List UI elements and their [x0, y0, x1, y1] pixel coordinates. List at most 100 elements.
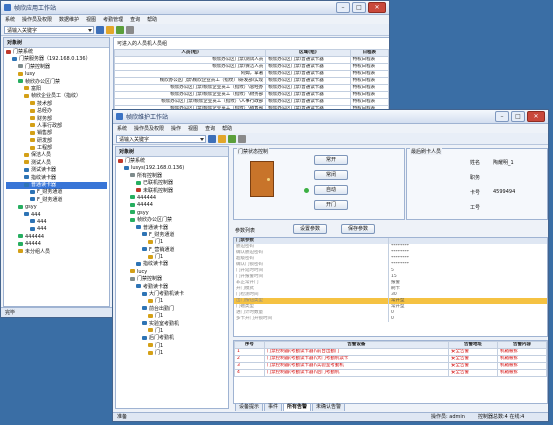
- tree-item[interactable]: 门1: [118, 350, 226, 357]
- back-window-titlebar[interactable]: 帧欣应用工作站 – □ ✕: [1, 1, 389, 15]
- menu-item[interactable]: 系统: [5, 16, 15, 23]
- door-normally-open-button[interactable]: 常开: [314, 155, 348, 165]
- tree-item[interactable]: 测试读卡器: [6, 167, 107, 174]
- tree-item[interactable]: 大门考勤机读卡: [118, 291, 226, 298]
- tree-item[interactable]: 保洁人员: [6, 152, 107, 159]
- table-row[interactable]: 帧欣办公区门禁\帧欣企业员工（指纹）\总经办 帧欣办公区门禁\普通读卡器 特权日程表: [113, 84, 389, 92]
- tree-item[interactable]: 未联机控制器: [118, 188, 226, 195]
- tree-item[interactable]: 门禁服务器（192.168.0.136）: [6, 56, 107, 63]
- maximize-button[interactable]: □: [352, 2, 366, 13]
- tree-item[interactable]: 帧欣办公区门禁: [6, 79, 107, 86]
- tree-item[interactable]: 44444: [6, 241, 107, 248]
- save-icon[interactable]: [96, 25, 104, 34]
- tree-item[interactable]: 财务部: [6, 116, 107, 123]
- refresh-icon[interactable]: [218, 134, 226, 143]
- menu-item[interactable]: 数据维护: [59, 16, 79, 23]
- menu-item[interactable]: 帮助: [147, 16, 157, 23]
- table-row[interactable]: 帧欣办公区门禁\帧欣企业员工（指纹）\人事行政部 帧欣办公区门禁\普通读卡器 特权日…: [113, 98, 389, 106]
- tree-item[interactable]: 门禁控制器: [6, 64, 107, 71]
- table-row[interactable]: 帧欣办公区门禁\测试人员 帧欣办公区门禁\普通读卡器 特权日程表: [113, 56, 389, 64]
- tab-0[interactable]: 设备提示: [235, 403, 264, 411]
- tree-item[interactable]: 技术部: [6, 101, 107, 108]
- tree-item[interactable]: 实验室考勤机: [118, 321, 226, 328]
- door-auto-button[interactable]: 自动: [314, 185, 348, 195]
- tree-item[interactable]: 帧欣办公区门禁: [118, 217, 226, 224]
- save-icon[interactable]: [208, 134, 216, 143]
- tree-item[interactable]: lucy: [118, 269, 226, 276]
- back-search-combo[interactable]: 请输入关键字: [4, 25, 94, 34]
- door-open-button[interactable]: 开门: [314, 200, 348, 210]
- door-normally-closed-button[interactable]: 常闭: [314, 170, 348, 180]
- tree-item[interactable]: 444: [6, 226, 107, 233]
- menu-item[interactable]: 视图: [86, 16, 96, 23]
- tree-item[interactable]: lusy: [6, 71, 107, 78]
- save-params-button[interactable]: 保存参数: [341, 224, 375, 234]
- print-icon[interactable]: [238, 134, 246, 143]
- tree-item[interactable]: 研发部: [6, 138, 107, 145]
- tree-item[interactable]: 门1: [118, 239, 226, 246]
- minimize-button[interactable]: –: [336, 2, 350, 13]
- filter-icon[interactable]: [116, 25, 124, 34]
- tree-item[interactable]: gsyy: [118, 210, 226, 217]
- tree-item[interactable]: F_财务通道: [6, 197, 107, 204]
- set-params-button[interactable]: 设置参数: [293, 224, 327, 234]
- menu-item[interactable]: 查询: [130, 16, 140, 23]
- tree-item[interactable]: 后门考勤机: [118, 335, 226, 342]
- refresh-icon[interactable]: [106, 25, 114, 34]
- minimize-button[interactable]: –: [495, 111, 509, 122]
- tree-item[interactable]: 指纹读卡器: [118, 261, 226, 268]
- tree-item[interactable]: 已联机控制器: [118, 180, 226, 187]
- close-button[interactable]: ✕: [527, 111, 545, 122]
- tree-item[interactable]: F_财务通道: [118, 232, 226, 239]
- tree-item[interactable]: 销售部: [6, 130, 107, 137]
- tree-item[interactable]: 指纹读卡器: [6, 175, 107, 182]
- menu-item[interactable]: 操作: [171, 125, 181, 132]
- tab-3[interactable]: 未确认告警: [312, 403, 346, 411]
- tab-1[interactable]: 事件: [264, 403, 283, 411]
- tree-item[interactable]: 44444: [118, 202, 226, 209]
- filter-icon[interactable]: [228, 134, 236, 143]
- tree-item[interactable]: 前台出勤门: [118, 306, 226, 313]
- event-row[interactable]: 3 门禁控制器(考勤读卡器)\实验室考勤机 安全告警 机箱被拆: [234, 362, 547, 370]
- front-search-combo[interactable]: 请输入关键字: [116, 134, 206, 143]
- tree-item[interactable]: F_营销通道: [118, 247, 226, 254]
- tree-item[interactable]: 444444: [6, 234, 107, 241]
- menu-item[interactable]: 考勤管理: [103, 16, 123, 23]
- tree-item[interactable]: 门1: [118, 298, 226, 305]
- tree-item[interactable]: 门1: [118, 313, 226, 320]
- tree-item[interactable]: 444444: [118, 195, 226, 202]
- tree-item[interactable]: 测试人员: [6, 160, 107, 167]
- event-row[interactable]: 2 门禁控制器(考勤读卡器)\大门考勤机读卡 安全告警 机箱被拆: [234, 355, 547, 363]
- menu-item[interactable]: 系统: [117, 125, 127, 132]
- param-row[interactable]: 多卡开门开锁时间 0: [234, 316, 547, 322]
- tree-item[interactable]: 考勤读卡器: [118, 284, 226, 291]
- tree-item[interactable]: lusys(192.168.0.136): [118, 165, 226, 172]
- tree-item[interactable]: 人事行政部: [6, 123, 107, 130]
- tree-item[interactable]: gsyy: [6, 204, 107, 211]
- tree-item[interactable]: F_财务通道: [6, 189, 107, 196]
- tree-item[interactable]: 门禁系统: [118, 158, 226, 165]
- table-row[interactable]: 帧欣办公区门禁\保洁人员 帧欣办公区门禁\普通读卡器 特权日程表: [113, 63, 389, 71]
- tree-item[interactable]: 444: [6, 212, 107, 219]
- event-row[interactable]: 1 门禁控制器(考勤读卡器)\前台出勤门 安全告警 机箱被拆: [234, 348, 547, 356]
- table-row[interactable]: 帧欣办公区门禁\帧欣企业员工（指纹）\研发部\实现 帧欣办公区门禁\普通读卡器 特权…: [113, 77, 389, 85]
- close-button[interactable]: ✕: [368, 2, 386, 13]
- table-row[interactable]: 阿姆，拿著 帧欣办公区门禁\普通读卡器 特权日程表: [113, 70, 389, 78]
- tree-item[interactable]: 未分组人员: [6, 249, 107, 256]
- tree-item[interactable]: 工程部: [6, 145, 107, 152]
- tree-item[interactable]: 门1: [118, 254, 226, 261]
- print-icon[interactable]: [126, 25, 134, 34]
- menu-item[interactable]: 帮助: [222, 125, 232, 132]
- tree-item[interactable]: 门禁控制器: [118, 276, 226, 283]
- menu-item[interactable]: 操作员及权限: [22, 16, 52, 23]
- menu-item[interactable]: 操作员及权限: [134, 125, 164, 132]
- tree-item[interactable]: 总经办: [6, 108, 107, 115]
- table-row[interactable]: 帧欣办公区门禁\帧欣企业员工（指纹）\财务部 帧欣办公区门禁\普通读卡器 特权日程表: [113, 91, 389, 99]
- menu-item[interactable]: 视图: [188, 125, 198, 132]
- front-window-titlebar[interactable]: 帧欣维护工作站 – □ ✕: [113, 110, 548, 124]
- tree-item[interactable]: 444: [6, 219, 107, 226]
- tree-item[interactable]: 门1: [118, 343, 226, 350]
- event-row[interactable]: 4 门禁控制器(考勤读卡器)\后门考勤机 安全告警 机箱被拆: [234, 369, 547, 377]
- tab-2[interactable]: 所有告警: [283, 403, 312, 411]
- tree-item[interactable]: 帧欣企业员工（指纹）: [6, 93, 107, 100]
